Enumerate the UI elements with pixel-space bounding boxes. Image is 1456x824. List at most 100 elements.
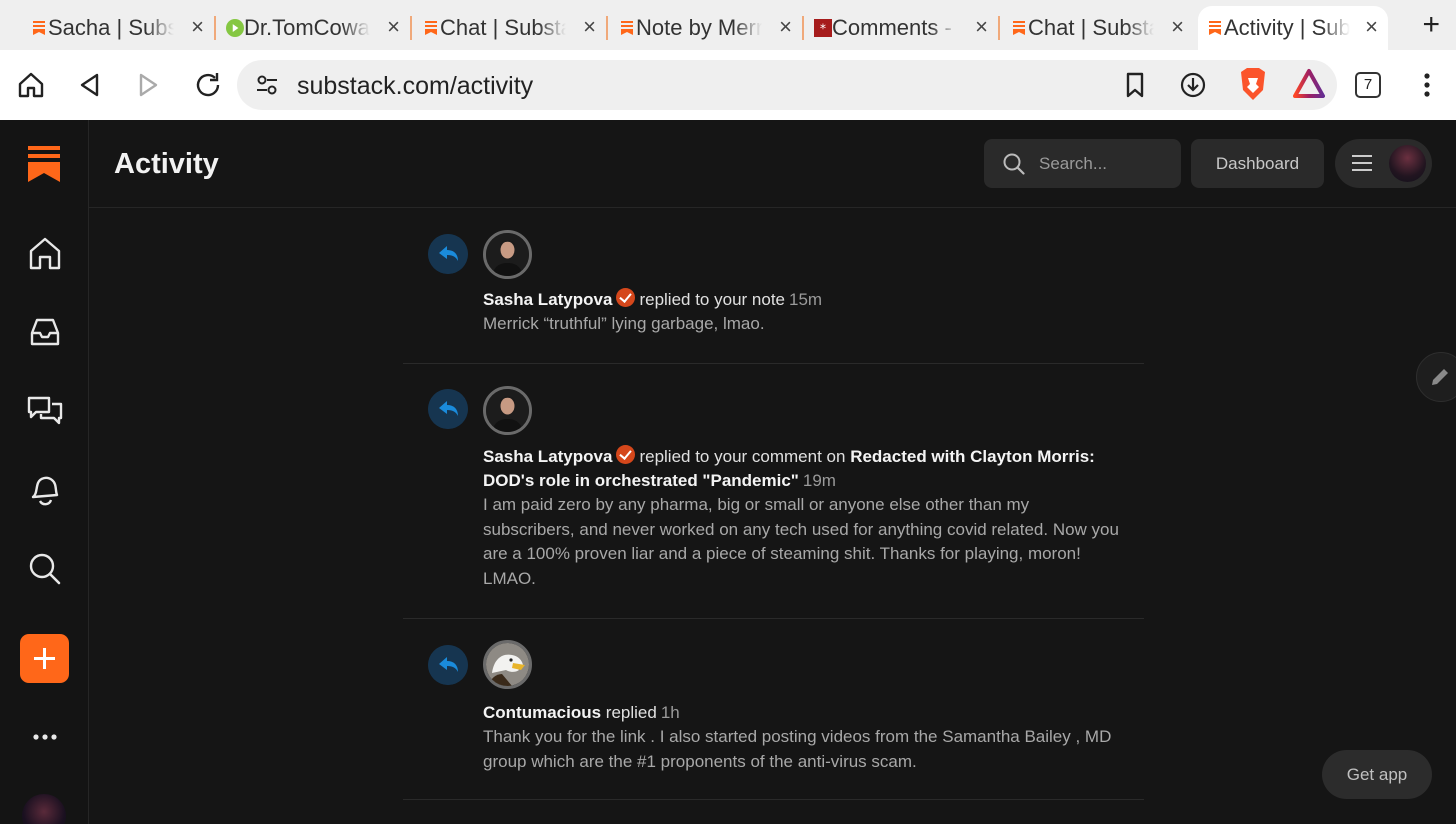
avatar[interactable] [483, 230, 532, 279]
edit-button[interactable] [1416, 352, 1456, 402]
browser-tab[interactable]: Chat | Substack × [1002, 6, 1194, 50]
reply-icon [428, 389, 468, 429]
compose-plus-icon[interactable] [20, 634, 69, 683]
search-placeholder: Search... [1039, 154, 1108, 173]
person-photo-icon [486, 233, 529, 276]
search-icon[interactable] [24, 548, 66, 590]
chat-icon[interactable] [24, 390, 66, 432]
account-menu-button[interactable] [1335, 139, 1432, 188]
hamburger-icon [1352, 155, 1372, 171]
bookmark-icon[interactable] [1120, 70, 1150, 100]
home-icon[interactable] [16, 70, 46, 100]
reply-icon [428, 645, 468, 685]
tab-close-icon[interactable]: × [975, 14, 988, 40]
avatar[interactable] [22, 794, 66, 824]
rumble-favicon [226, 19, 244, 37]
url-text: substack.com/activity [297, 72, 534, 100]
tab-divider [606, 16, 608, 40]
activity-body: Merrick “truthful” lying garbage, lmao. [483, 314, 765, 333]
home-icon[interactable] [24, 232, 66, 274]
browser-tab[interactable]: Note by Merrick × [610, 6, 804, 50]
tab-close-icon[interactable]: × [1171, 14, 1184, 40]
search-icon [1003, 153, 1025, 175]
browser-tab[interactable]: Chat | Substack × [414, 6, 608, 50]
substack-favicon [1209, 21, 1221, 35]
activity-item[interactable]: Contumacious replied 1h Thank you for the… [403, 619, 1144, 800]
red-square-favicon: * [814, 19, 832, 37]
author-name[interactable]: Sasha Latypova [483, 290, 612, 309]
address-bar[interactable]: substack.com/activity [237, 60, 1337, 110]
browser-tab-strip: Sacha | Substack × Dr.TomCowan × Chat | … [0, 0, 1456, 50]
tab-close-icon[interactable]: × [1365, 14, 1378, 40]
browser-tab[interactable]: Dr.TomCowan × [218, 6, 412, 50]
browser-tab[interactable]: * Comments - × [806, 6, 1000, 50]
browser-toolbar: substack.com/activity 7 [0, 50, 1456, 120]
tab-divider [802, 16, 804, 40]
brave-rewards-icon[interactable] [1293, 68, 1325, 100]
tab-title: Dr.TomCowan [244, 15, 370, 40]
activity-text: Contumacious replied 1h Thank you for the… [483, 701, 1123, 774]
site-settings-icon[interactable] [254, 72, 280, 98]
avatar[interactable] [483, 640, 532, 689]
get-app-button[interactable]: Get app [1322, 750, 1432, 799]
svg-text:*: * [820, 22, 826, 36]
substack-logo-icon[interactable] [28, 146, 60, 182]
avatar[interactable] [483, 386, 532, 435]
tab-close-icon[interactable]: × [779, 14, 792, 40]
dashboard-button[interactable]: Dashboard [1191, 139, 1324, 188]
page-title: Activity [114, 148, 219, 180]
substack-favicon [621, 21, 633, 35]
avatar [1389, 145, 1426, 182]
activity-action: replied [605, 703, 657, 722]
forward-icon[interactable] [133, 70, 163, 100]
tab-title: Chat | Substack [440, 15, 566, 40]
substack-favicon [33, 21, 45, 35]
browser-menu-icon[interactable] [1412, 70, 1442, 100]
timestamp: 19m [802, 471, 836, 490]
tab-divider [410, 16, 412, 40]
activity-action: replied to your note [639, 290, 785, 309]
activity-headline: Sasha Latypova replied to your note 15m [483, 288, 1123, 312]
activity-item[interactable]: Sasha Latypova replied to your note 15m Me… [403, 208, 1144, 364]
brave-shield-icon[interactable] [1237, 66, 1269, 102]
tab-close-icon[interactable]: × [191, 14, 204, 40]
activity-body: I am paid zero by any pharma, big or sma… [483, 495, 1119, 588]
tab-title: Sacha | Substack [48, 15, 174, 40]
search-input[interactable]: Search... [984, 139, 1181, 188]
new-tab-button[interactable]: + [1422, 8, 1440, 42]
inbox-icon[interactable] [24, 311, 66, 353]
activity-feed: Sasha Latypova replied to your note 15m Me… [403, 208, 1144, 800]
reload-icon[interactable] [193, 70, 223, 100]
tab-title: Chat | Substack [1028, 15, 1154, 40]
substack-favicon [425, 21, 437, 35]
verified-badge-icon [616, 445, 636, 464]
verified-badge-icon [616, 288, 636, 307]
browser-tab-active[interactable]: Activity | Substack × [1198, 6, 1388, 50]
tab-close-icon[interactable]: × [387, 14, 400, 40]
substack-app: Activity Search... Dashboard Sasha Latyp… [0, 120, 1456, 824]
back-icon[interactable] [75, 70, 105, 100]
author-name[interactable]: Contumacious [483, 703, 601, 722]
tab-title: Comments - [832, 15, 952, 40]
author-name[interactable]: Sasha Latypova [483, 447, 612, 466]
reply-icon [428, 234, 468, 274]
activity-item[interactable]: Sasha Latypova replied to your comment on… [403, 364, 1144, 619]
activity-body: Thank you for the link . I also started … [483, 727, 1112, 771]
tab-close-icon[interactable]: × [583, 14, 596, 40]
top-bar: Activity Search... Dashboard [89, 120, 1456, 208]
person-photo-icon [486, 389, 529, 432]
activity-headline: Contumacious replied 1h [483, 701, 1123, 725]
activity-text: Sasha Latypova replied to your comment on… [483, 445, 1123, 591]
more-dots-icon[interactable] [24, 716, 66, 758]
bell-icon[interactable] [24, 469, 66, 511]
browser-tab[interactable]: Sacha | Substack × [22, 6, 216, 50]
pencil-icon [1432, 369, 1448, 385]
download-icon[interactable] [1178, 70, 1208, 100]
substack-favicon [1013, 21, 1025, 35]
tab-divider [214, 16, 216, 40]
tab-title: Note by Merrick [636, 15, 762, 40]
timestamp: 15m [789, 290, 823, 309]
tab-switcher-button[interactable]: 7 [1355, 72, 1381, 98]
eagle-photo-icon [486, 643, 529, 686]
tab-title: Activity | Substack [1224, 15, 1350, 40]
